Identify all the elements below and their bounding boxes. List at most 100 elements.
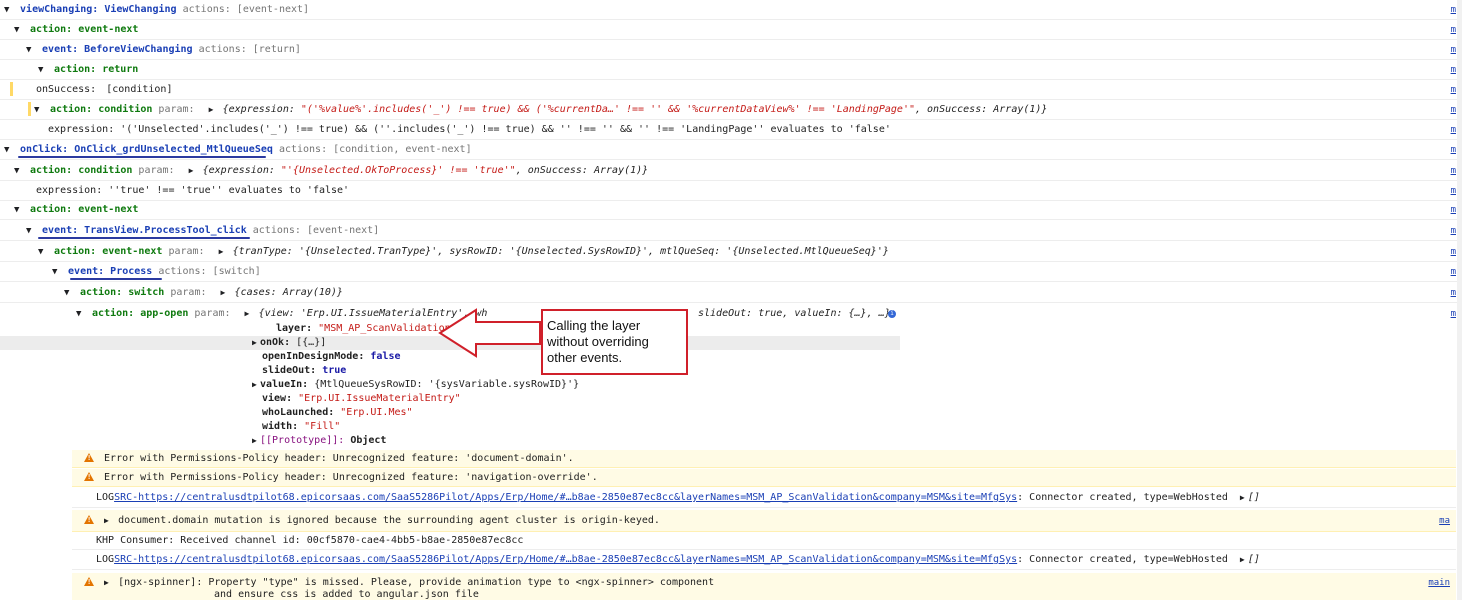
- console-warning[interactable]: ▶ document.domain mutation is ignored be…: [72, 510, 1456, 532]
- expand-triangle-icon[interactable]: ▼: [14, 161, 24, 181]
- expand-arrow-icon[interactable]: ▶: [252, 434, 260, 448]
- log-row-action-return[interactable]: ▼ action: return m: [0, 60, 1462, 80]
- expand-triangle-icon[interactable]: ▼: [34, 100, 44, 120]
- expand-arrow-icon[interactable]: ▶: [189, 161, 197, 181]
- expand-arrow-icon[interactable]: ▶: [209, 100, 217, 120]
- console-warning[interactable]: ▶ [ngx-spinner]: Property "type" is miss…: [72, 573, 1456, 600]
- log-row-action-event-next-3[interactable]: ▼ action: event-next param: ▶ {tranType:…: [0, 242, 1462, 262]
- source-link[interactable]: m: [1451, 200, 1456, 220]
- expand-arrow-icon[interactable]: ▶: [252, 336, 260, 350]
- prop-prototype[interactable]: ▶ [[Prototype]]: Object: [252, 434, 386, 448]
- prop-key: width:: [262, 421, 299, 432]
- expand-arrow-icon[interactable]: ▶: [104, 577, 112, 589]
- callout-line: without overriding: [547, 334, 649, 349]
- expand-arrow-icon[interactable]: ▶: [245, 304, 253, 324]
- expr-mid: , onSuccess:: [515, 165, 594, 176]
- warning-icon: [84, 453, 94, 462]
- scrollbar-track[interactable]: [1457, 0, 1462, 600]
- source-link[interactable]: m: [1451, 80, 1456, 100]
- log-label: onClick: OnClick_grdUnselected_MtlQueueS…: [20, 144, 273, 155]
- log-row-action-event-next[interactable]: ▼ action: event-next m: [0, 20, 1462, 40]
- log-row-action-switch[interactable]: ▼ action: switch param: ▶ {cases: Array(…: [0, 283, 1462, 303]
- console-warning[interactable]: Error with Permissions-Policy header: Un…: [72, 469, 1456, 487]
- source-link[interactable]: m: [1451, 221, 1456, 241]
- expand-triangle-icon[interactable]: ▼: [14, 200, 24, 220]
- log-row-before-view-changing[interactable]: ▼ event: BeforeViewChanging actions: [re…: [0, 40, 1462, 60]
- expand-arrow-icon[interactable]: ▶: [221, 283, 229, 303]
- prop-who-launched[interactable]: whoLaunched: "Erp.UI.Mes": [262, 406, 413, 420]
- log-source-link[interactable]: SRC-https://centralusdtpilot68.epicorsaa…: [114, 492, 1017, 503]
- source-link[interactable]: main: [1428, 577, 1450, 589]
- source-link[interactable]: m: [1451, 100, 1456, 120]
- prop-width[interactable]: width: "Fill": [262, 420, 340, 434]
- expand-triangle-icon[interactable]: ▼: [38, 242, 48, 262]
- expand-triangle-icon[interactable]: ▼: [38, 60, 48, 80]
- annotation-underline: [18, 156, 266, 158]
- prop-slide-out[interactable]: slideOut: true: [262, 364, 346, 378]
- log-source-link[interactable]: SRC-https://centralusdtpilot68.epicorsaa…: [114, 554, 1017, 565]
- expand-arrow-icon[interactable]: ▶: [219, 242, 227, 262]
- source-link[interactable]: m: [1451, 120, 1456, 140]
- prop-value: "Erp.UI.Mes": [340, 407, 413, 418]
- log-row-action-event-next-2[interactable]: ▼ action: event-next m: [0, 200, 1462, 220]
- log-row-process-event[interactable]: ▼ event: Process actions: [switch] m: [0, 262, 1462, 282]
- expand-triangle-icon[interactable]: ▼: [76, 304, 86, 324]
- expand-arrow-icon[interactable]: ▶: [104, 510, 112, 532]
- warning-text-continued: and ensure css is added to angular.json …: [214, 589, 479, 600]
- expand-triangle-icon[interactable]: ▼: [52, 262, 62, 282]
- log-label: action: condition: [50, 104, 153, 115]
- expand-triangle-icon[interactable]: ▼: [64, 283, 74, 303]
- source-link[interactable]: m: [1451, 40, 1456, 60]
- source-link[interactable]: m: [1451, 283, 1456, 303]
- source-link[interactable]: m: [1451, 0, 1456, 20]
- log-row-expression-eval-2: expression: ''true' !== 'true'' evaluate…: [0, 181, 1462, 201]
- prop-value: true: [322, 365, 347, 376]
- param-detail: {tranType: '{Unselected.TranType}', sysR…: [232, 246, 889, 257]
- log-row-action-app-open[interactable]: ▼ action: app-open param: ▶ {view: 'Erp.…: [0, 304, 1462, 324]
- prop-onok[interactable]: ▶ onOk: [{…}]: [252, 336, 326, 350]
- source-link[interactable]: m: [1451, 262, 1456, 282]
- info-icon[interactable]: i: [888, 310, 896, 318]
- log-message: KHP Consumer: Received channel id: 00cf5…: [96, 535, 524, 546]
- warning-text: Error with Permissions-Policy header: Un…: [104, 472, 598, 483]
- console-log[interactable]: LOGSRC-https://centralusdtpilot68.epicor…: [72, 550, 1456, 570]
- expr-end: Array(1)}: [993, 104, 1048, 115]
- expand-triangle-icon[interactable]: ▼: [4, 0, 14, 20]
- expand-arrow-icon[interactable]: ▶: [1240, 550, 1248, 570]
- prop-layer[interactable]: layer: "MSM_AP_ScanValidation": [276, 322, 457, 336]
- console-warning[interactable]: Error with Permissions-Policy header: Un…: [72, 450, 1456, 468]
- log-row-action-condition-2[interactable]: ▼ action: condition param: ▶ {expression…: [0, 161, 1462, 181]
- expand-triangle-icon[interactable]: ▼: [4, 140, 14, 160]
- log-row-action-condition[interactable]: ▼ action: condition param: ▶ {expression…: [0, 100, 1462, 120]
- prop-view[interactable]: view: "Erp.UI.IssueMaterialEntry": [262, 392, 461, 406]
- source-link[interactable]: m: [1451, 60, 1456, 80]
- expand-triangle-icon[interactable]: ▼: [14, 20, 24, 40]
- annotation-underline: [70, 278, 162, 280]
- prop-value-in[interactable]: ▶ valueIn: {MtlQueueSysRowID: '{sysVariab…: [252, 378, 579, 392]
- source-link[interactable]: m: [1451, 161, 1456, 181]
- log-actions: actions: [event-next]: [182, 4, 310, 15]
- source-link[interactable]: m: [1451, 304, 1456, 324]
- source-link[interactable]: m: [1451, 20, 1456, 40]
- console-log[interactable]: LOGSRC-https://centralusdtpilot68.epicor…: [72, 488, 1456, 508]
- log-label: action: switch: [80, 287, 165, 298]
- source-link[interactable]: m: [1451, 140, 1456, 160]
- log-message: : Connector created, type=WebHosted: [1017, 554, 1228, 565]
- log-row-view-changing[interactable]: ▼ viewChanging: ViewChanging actions: [e…: [0, 0, 1462, 20]
- warning-text: [ngx-spinner]: Property "type" is missed…: [118, 577, 715, 588]
- expand-arrow-icon[interactable]: ▶: [1240, 488, 1248, 508]
- log-label: viewChanging: ViewChanging: [20, 4, 177, 15]
- source-link[interactable]: m: [1451, 242, 1456, 262]
- expand-triangle-icon[interactable]: ▼: [26, 221, 36, 241]
- log-label: action: condition: [30, 165, 133, 176]
- source-link[interactable]: ma: [1439, 510, 1450, 532]
- log-message: : Connector created, type=WebHosted: [1017, 492, 1228, 503]
- prop-value: "Erp.UI.IssueMaterialEntry": [298, 393, 461, 404]
- source-link[interactable]: m: [1451, 181, 1456, 201]
- expand-arrow-icon[interactable]: ▶: [252, 378, 260, 392]
- prop-key: onOk:: [260, 337, 291, 348]
- expand-triangle-icon[interactable]: ▼: [26, 40, 36, 60]
- callout-line: Calling the layer: [547, 318, 641, 333]
- log-actions: actions: [event-next]: [252, 225, 380, 236]
- prop-open-in-design-mode[interactable]: openInDesignMode: false: [262, 350, 401, 364]
